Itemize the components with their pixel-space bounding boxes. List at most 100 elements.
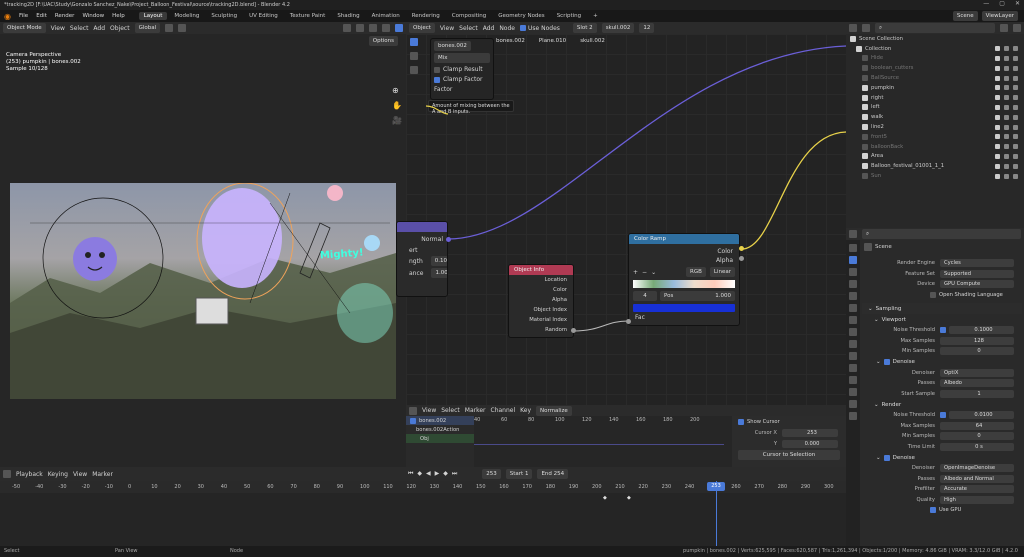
eye-icon[interactable]: [1004, 144, 1009, 150]
graph-ruler[interactable]: 40 60 80 100 120 140 160 180 200: [474, 416, 724, 425]
keyframe-marker[interactable]: ◆: [603, 495, 607, 501]
r-quality-dropdown[interactable]: High: [940, 495, 1014, 504]
timeline-menu-view[interactable]: View: [73, 471, 87, 478]
outliner-item[interactable]: Collection: [846, 44, 1024, 54]
viewport-subpanel[interactable]: ⌄ Viewport: [862, 314, 1022, 325]
data-tab-icon[interactable]: [849, 388, 857, 396]
output-tab-icon[interactable]: [849, 268, 857, 276]
eye-icon[interactable]: [1004, 55, 1009, 61]
node-menu-node[interactable]: Node: [499, 25, 515, 32]
camera-icon[interactable]: [1013, 163, 1018, 169]
material-selector[interactable]: skull.002: [601, 23, 635, 33]
node-menu-add[interactable]: Add: [483, 25, 495, 32]
outliner-item[interactable]: walk: [846, 112, 1024, 122]
node-select-tool-icon[interactable]: [410, 38, 418, 46]
shading-solid-icon[interactable]: [382, 24, 390, 32]
tab-animation[interactable]: Animation: [367, 12, 405, 20]
eye-icon[interactable]: [1004, 153, 1009, 159]
eye-icon[interactable]: [1004, 65, 1009, 71]
pan-icon[interactable]: ✋: [392, 101, 402, 110]
eye-icon[interactable]: [1004, 173, 1009, 179]
outliner-item[interactable]: right: [846, 93, 1024, 103]
graph-editor-type-icon[interactable]: [409, 406, 417, 415]
physics-tab-icon[interactable]: [849, 364, 857, 372]
camera-icon[interactable]: [1013, 144, 1018, 150]
camera-icon[interactable]: [1013, 114, 1018, 120]
start-field[interactable]: Start 1: [505, 469, 533, 479]
checkbox-icon[interactable]: [995, 134, 1000, 140]
outliner-item[interactable]: Sun: [846, 171, 1024, 181]
checkbox-icon[interactable]: [995, 95, 1000, 101]
clamp-result-checkbox[interactable]: [434, 66, 440, 73]
mix-mode-dropdown[interactable]: Mix: [434, 53, 490, 63]
prev-key-icon[interactable]: ◆: [417, 470, 422, 478]
menu-file[interactable]: File: [19, 13, 28, 19]
checkbox-icon[interactable]: [995, 46, 1000, 52]
outliner-item[interactable]: boolean_cutters: [846, 63, 1024, 73]
viewport-3d[interactable]: Camera Perspective (253) pumpkin | bones…: [0, 46, 406, 467]
options-button[interactable]: Options: [368, 36, 398, 46]
node-menu-view[interactable]: View: [440, 25, 454, 32]
outliner-item[interactable]: line2: [846, 122, 1024, 132]
outliner-type-icon[interactable]: [849, 24, 857, 32]
vp-denoise-subpanel[interactable]: ⌄ Denoise: [862, 356, 1022, 368]
eye-icon[interactable]: [1004, 104, 1009, 110]
graph-menu-view[interactable]: View: [422, 407, 436, 414]
osl-checkbox[interactable]: [930, 291, 936, 298]
viewport-menu-add[interactable]: Add: [93, 25, 105, 32]
checkbox-icon[interactable]: [995, 75, 1000, 81]
ramp-pos-field[interactable]: Pos 1.000: [660, 291, 735, 301]
graph-menu-select[interactable]: Select: [441, 407, 460, 414]
r-prefilter-dropdown[interactable]: Accurate: [940, 485, 1014, 494]
gizmo-icon[interactable]: [356, 24, 364, 32]
graph-menu-channel[interactable]: Channel: [491, 407, 516, 414]
menu-help[interactable]: Help: [112, 13, 125, 19]
use-nodes-checkbox[interactable]: [519, 25, 526, 31]
particles-tab-icon[interactable]: [849, 352, 857, 360]
tab-uv-editing[interactable]: UV Editing: [244, 12, 283, 20]
tool-tab-icon[interactable]: [849, 244, 857, 252]
tab-layout[interactable]: Layout: [138, 12, 168, 20]
object-info-random-socket[interactable]: [571, 328, 576, 333]
tab-shading[interactable]: Shading: [332, 12, 364, 20]
eye-icon[interactable]: [1004, 163, 1009, 169]
feature-set-dropdown[interactable]: Supported: [940, 269, 1014, 278]
color-ramp-fac-socket[interactable]: [626, 319, 631, 324]
show-cursor-checkbox[interactable]: [738, 419, 744, 425]
breadcrumb-plane[interactable]: Plane.010: [539, 38, 566, 44]
r-time-field[interactable]: 0 s: [940, 442, 1014, 451]
object-tab-icon[interactable]: [849, 328, 857, 336]
outliner-item[interactable]: Area: [846, 152, 1024, 162]
display-mode-icon[interactable]: [862, 24, 870, 32]
graph-curve[interactable]: [474, 444, 724, 445]
add-workspace-button[interactable]: +: [588, 12, 603, 20]
snap-icon[interactable]: [165, 24, 174, 32]
color-ramp-node[interactable]: Color Ramp Color Alpha + − ⌄ RGB Linear …: [628, 233, 740, 326]
jump-end-icon[interactable]: ⏭: [452, 470, 457, 478]
timeline-menu-marker[interactable]: Marker: [92, 471, 113, 478]
eye-icon[interactable]: [1004, 114, 1009, 120]
eye-icon[interactable]: [1004, 75, 1009, 81]
breadcrumb-skull[interactable]: skull.002: [580, 38, 605, 44]
r-denoiser-dropdown[interactable]: OpenImageDenoise: [940, 464, 1014, 473]
checkbox-icon[interactable]: [995, 144, 1000, 150]
checkbox-icon[interactable]: [995, 124, 1000, 130]
checkbox-icon[interactable]: [995, 55, 1000, 61]
menu-window[interactable]: Window: [82, 13, 104, 19]
ramp-gradient[interactable]: [633, 280, 735, 288]
eye-icon[interactable]: [1004, 46, 1009, 52]
checkbox-icon[interactable]: [995, 114, 1000, 120]
view-layer-tab-icon[interactable]: [849, 280, 857, 288]
bump-node-partial[interactable]: Normal ert ngth 0.100 ance 1.000: [396, 221, 448, 297]
cursor-y-field[interactable]: 0.000: [782, 439, 838, 448]
viewport-menu-view[interactable]: View: [51, 25, 65, 32]
camera-icon[interactable]: [1013, 173, 1018, 179]
normalize-toggle[interactable]: Normalize: [536, 405, 572, 416]
world-tab-icon[interactable]: [849, 304, 857, 312]
jump-start-icon[interactable]: ⏮: [408, 470, 413, 478]
outliner-item[interactable]: balloonBack: [846, 142, 1024, 152]
cursor-to-selection-button[interactable]: Cursor to Selection: [738, 450, 840, 460]
sampling-panel[interactable]: ⌄ Sampling: [862, 303, 1022, 314]
filter-icon[interactable]: [1000, 24, 1008, 32]
camera-view-icon[interactable]: 🎥: [392, 116, 402, 125]
